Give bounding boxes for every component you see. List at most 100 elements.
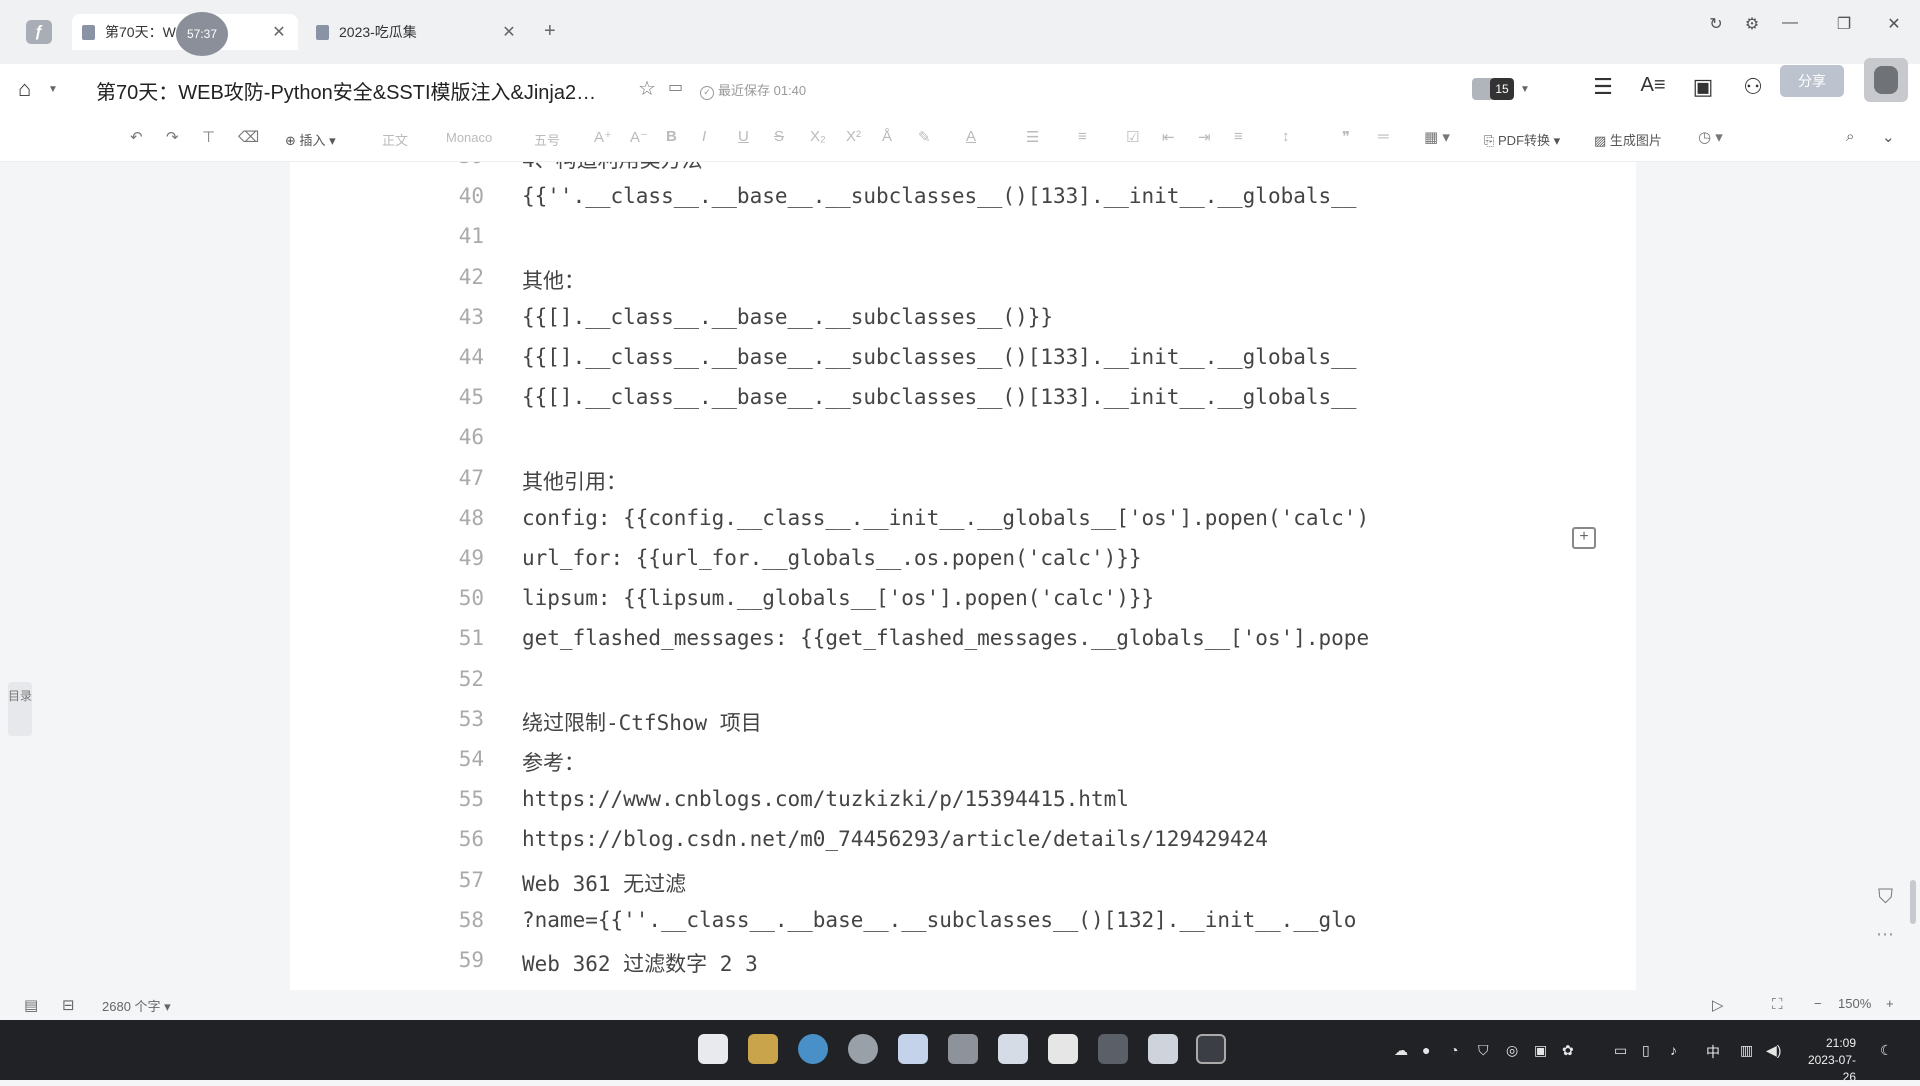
- subscript-icon[interactable]: X₂: [810, 128, 826, 145]
- editor-line[interactable]: 43 {{[].__class__.__base__.__subclasses__…: [290, 305, 1636, 345]
- tray-icon[interactable]: ▣: [1534, 1042, 1547, 1059]
- table-of-contents-toggle[interactable]: 目录: [8, 682, 32, 736]
- editor-line[interactable]: 56 https://blog.csdn.net/m0_74456293/arti…: [290, 827, 1636, 867]
- table-icon[interactable]: ▦ ▾: [1424, 128, 1450, 146]
- settings-icon[interactable]: ⚙: [1740, 14, 1764, 34]
- zoom-level[interactable]: 150%: [1838, 996, 1871, 1011]
- search-icon[interactable]: ⌕: [1846, 128, 1854, 145]
- star-icon[interactable]: ☆: [638, 76, 656, 101]
- increase-font-icon[interactable]: A⁺: [594, 128, 612, 146]
- microphone-icon[interactable]: ♪: [1670, 1042, 1677, 1058]
- moon-icon[interactable]: ☾: [1880, 1042, 1893, 1059]
- edge-browser-icon[interactable]: [798, 1034, 828, 1064]
- editor-line[interactable]: 39 4、构造利用类方法: [290, 162, 1636, 184]
- restore-icon[interactable]: ❐: [1832, 14, 1856, 34]
- font-color-icon[interactable]: A: [966, 128, 976, 145]
- app-logo-icon[interactable]: ƒ: [26, 20, 52, 44]
- network-icon[interactable]: ▥: [1740, 1042, 1753, 1059]
- editor-line[interactable]: 55 https://www.cnblogs.com/tuzkizki/p/153…: [290, 787, 1636, 827]
- history-icon[interactable]: ◷ ▾: [1698, 128, 1723, 146]
- pdf-convert-button[interactable]: ⎘ PDF转换 ▾: [1484, 130, 1560, 149]
- numbered-list-icon[interactable]: ≡: [1078, 128, 1087, 145]
- start-menu-icon[interactable]: [698, 1034, 728, 1064]
- decrease-font-icon[interactable]: A⁻: [630, 128, 648, 146]
- page-view-icon[interactable]: ⊟: [62, 996, 75, 1014]
- zoom-in-icon[interactable]: +: [1886, 996, 1894, 1011]
- chevron-down-icon[interactable]: ▼: [48, 84, 58, 95]
- editor-line[interactable]: 45 {{[].__class__.__base__.__subclasses__…: [290, 385, 1636, 425]
- theme-icon[interactable]: ⛉: [1878, 886, 1893, 909]
- underline-icon[interactable]: U: [738, 128, 749, 145]
- editor-line[interactable]: 49 url_for: {{url_for.__globals__.os.pope…: [290, 546, 1636, 586]
- tray-icon[interactable]: ✿: [1562, 1042, 1574, 1059]
- editor-line[interactable]: 47 其他引用：: [290, 466, 1636, 506]
- close-window-icon[interactable]: ✕: [1882, 14, 1906, 34]
- photos-icon[interactable]: [998, 1034, 1028, 1064]
- redo-icon[interactable]: ↷: [166, 128, 179, 146]
- editor-line[interactable]: 40 {{''.__class__.__base__.__subclasses__…: [290, 184, 1636, 224]
- editor-line[interactable]: 48 config: {{config.__class__.__init__.__…: [290, 506, 1636, 546]
- indent-decrease-icon[interactable]: ⇤: [1162, 128, 1175, 146]
- italic-icon[interactable]: I: [702, 128, 706, 145]
- tray-icon[interactable]: ◎: [1506, 1042, 1518, 1059]
- input-method-indicator[interactable]: 中: [1706, 1042, 1720, 1062]
- editor-line[interactable]: 52: [290, 667, 1636, 707]
- format-painter-icon[interactable]: ⊤: [202, 128, 215, 146]
- tab-other-doc[interactable]: 2023-吃瓜集 ✕: [306, 14, 528, 50]
- undo-icon[interactable]: ↶: [130, 128, 143, 146]
- folder-icon[interactable]: ▭: [668, 77, 683, 97]
- app-icon[interactable]: [948, 1034, 978, 1064]
- checklist-icon[interactable]: ☑: [1126, 128, 1139, 146]
- fullscreen-icon[interactable]: ⛶: [1772, 996, 1783, 1013]
- document-app-icon[interactable]: [898, 1034, 928, 1064]
- add-comment-icon[interactable]: +: [1572, 527, 1596, 549]
- editor-line[interactable]: 44 {{[].__class__.__base__.__subclasses__…: [290, 345, 1636, 385]
- outline-view-icon[interactable]: ▤: [24, 996, 38, 1014]
- highlight-icon[interactable]: ✎: [918, 128, 931, 146]
- volume-icon[interactable]: ◀): [1766, 1042, 1781, 1059]
- superscript-icon[interactable]: X²: [846, 128, 861, 145]
- sync-icon[interactable]: ↻: [1704, 14, 1728, 34]
- shield-icon[interactable]: ⛉: [1478, 1042, 1489, 1059]
- font-style-icon[interactable]: A≡: [1638, 74, 1668, 97]
- editor-line[interactable]: 57 Web 361 无过滤: [290, 868, 1636, 908]
- align-icon[interactable]: ≡: [1234, 128, 1243, 145]
- editor-line[interactable]: 59 Web 362 过滤数字 2 3: [290, 948, 1636, 988]
- paragraph-style-select[interactable]: 正文: [382, 130, 408, 149]
- more-options-icon[interactable]: ⋯: [1876, 924, 1894, 945]
- tray-icon[interactable]: ●: [1422, 1042, 1430, 1058]
- emphasis-icon[interactable]: Å: [882, 128, 892, 145]
- editor-line[interactable]: 50 lipsum: {{lipsum.__globals__['os'].pop…: [290, 586, 1636, 626]
- editor-line[interactable]: 53 绕过限制-CtfShow 项目: [290, 707, 1636, 747]
- close-tab-icon[interactable]: ✕: [270, 22, 288, 42]
- notification-icon[interactable]: ▭: [1614, 1042, 1627, 1059]
- editor-line[interactable]: 51 get_flashed_messages: {{get_flashed_me…: [290, 626, 1636, 666]
- file-explorer-icon[interactable]: [748, 1034, 778, 1064]
- user-avatar[interactable]: [1864, 58, 1908, 102]
- strikethrough-icon[interactable]: S: [774, 128, 784, 145]
- editor-icon[interactable]: [1148, 1034, 1178, 1064]
- document-title[interactable]: 第70天：WEB攻防-Python安全&SSTI模版注入&Jinja2…: [96, 76, 596, 105]
- pycharm-icon[interactable]: [1048, 1034, 1078, 1064]
- zoom-out-icon[interactable]: −: [1814, 996, 1822, 1011]
- add-member-icon[interactable]: ⚇: [1738, 74, 1768, 100]
- new-tab-plus-icon[interactable]: +: [544, 20, 556, 43]
- editor-line[interactable]: 46: [290, 425, 1636, 465]
- scrollbar[interactable]: [1910, 880, 1916, 924]
- minimize-icon[interactable]: —: [1778, 14, 1802, 32]
- editor-line[interactable]: 58 ?name={{''.__class__.__base__.__subcla…: [290, 908, 1636, 948]
- tray-icon[interactable]: ☁: [1394, 1042, 1408, 1059]
- divider-icon[interactable]: ═: [1378, 128, 1389, 145]
- font-family-select[interactable]: Monaco: [446, 130, 492, 145]
- font-size-select[interactable]: 五号: [534, 130, 560, 149]
- close-tab-icon[interactable]: ✕: [500, 22, 518, 42]
- bold-icon[interactable]: B: [666, 128, 677, 145]
- chevron-down-icon[interactable]: ⌄: [1882, 128, 1895, 146]
- quote-icon[interactable]: ❞: [1342, 128, 1350, 146]
- insert-button[interactable]: ⊕ 插入 ▾: [285, 130, 336, 149]
- indent-increase-icon[interactable]: ⇥: [1198, 128, 1211, 146]
- terminal-icon[interactable]: [1196, 1034, 1226, 1064]
- line-spacing-icon[interactable]: ↕: [1282, 128, 1290, 145]
- play-icon[interactable]: ▷: [1712, 996, 1724, 1014]
- share-button[interactable]: 分享: [1780, 65, 1844, 97]
